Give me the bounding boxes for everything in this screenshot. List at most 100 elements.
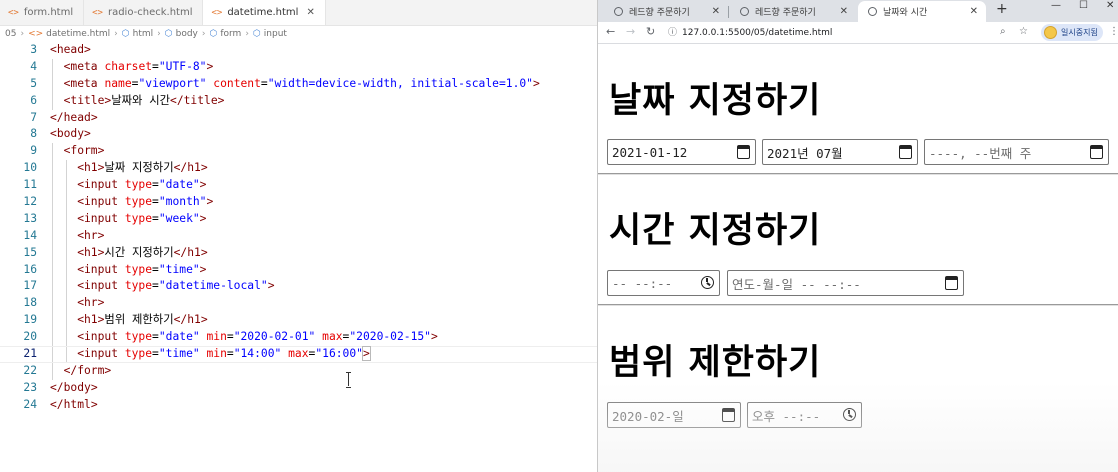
code-token: h1 (84, 313, 98, 327)
code-line[interactable]: 3 <head> (0, 42, 597, 59)
code-line[interactable]: 21 <input type="time" min="14:00" max="16… (0, 346, 597, 363)
code-token: < (77, 347, 84, 361)
breadcrumb-item[interactable]: html (133, 29, 154, 39)
browser-tab-bar: 레드향 주문하기 ✕ 레드향 주문하기 ✕ 날짜와 시간 ✕ + — ☐ ✕ (598, 0, 1118, 22)
code-line[interactable]: 12 <input type="month"> (0, 194, 597, 211)
minimize-icon[interactable]: — (1051, 0, 1061, 11)
clock-icon[interactable] (843, 408, 856, 421)
code-line[interactable]: 8 <body> (0, 126, 597, 143)
address-bar[interactable]: ⓘ 127.0.0.1:5500/05/datetime.html (668, 25, 832, 38)
code-token: max (288, 347, 309, 361)
code-line[interactable]: 18 <hr> (0, 295, 597, 313)
indent-guide (52, 347, 53, 362)
close-icon[interactable]: ✕ (306, 7, 314, 18)
code-area[interactable]: 3 <head> 4 <meta charset="UTF-8"> 5 <meta nam… (0, 42, 597, 414)
code-text: <form> (64, 143, 105, 160)
range-date-input[interactable]: 2020-02-일 (607, 402, 741, 428)
code-token: body (63, 380, 91, 394)
new-tab-button[interactable]: + (996, 1, 1008, 17)
calendar-icon[interactable] (899, 145, 912, 159)
code-line[interactable]: 11 <input type="date"> (0, 177, 597, 195)
indent-guide (52, 329, 53, 347)
editor-tab-datetime[interactable]: <> datetime.html ✕ (203, 0, 326, 25)
calendar-icon[interactable] (1090, 145, 1103, 159)
breadcrumb-item[interactable]: body (176, 29, 198, 39)
range-time-input[interactable]: 오후 --:-- (747, 402, 862, 428)
line-number: 21 (23, 347, 37, 361)
time-input[interactable]: -- --:-- (607, 270, 720, 296)
close-icon[interactable]: ✕ (970, 6, 978, 17)
browser-window: 레드향 주문하기 ✕ 레드향 주문하기 ✕ 날짜와 시간 ✕ + — ☐ ✕ ←… (597, 0, 1118, 472)
code-line[interactable]: 5 <meta name="viewport" content="width=de… (0, 75, 597, 93)
code-token: form (70, 144, 98, 158)
browser-tab-order-1[interactable]: 레드향 주문하기 ✕ (604, 1, 729, 22)
window-close-icon[interactable]: ✕ (1106, 0, 1114, 11)
zoom-icon[interactable]: ⌕ (1000, 26, 1006, 37)
code-text: <input type="month"> (77, 194, 213, 211)
code-line[interactable]: 23 </body> (0, 380, 597, 397)
reload-icon[interactable]: ↻ (646, 25, 655, 38)
back-arrow-icon[interactable]: ← (606, 25, 615, 38)
breadcrumb-item[interactable]: datetime.html (46, 29, 110, 39)
maximize-icon[interactable]: ☐ (1079, 0, 1088, 11)
datetime-local-input[interactable]: 연도-월-일 -- --:-- (727, 270, 964, 296)
month-input[interactable]: 2021년 07월 (762, 139, 918, 165)
editor-tab-form[interactable]: <> form.html (0, 0, 85, 25)
code-token: > (532, 76, 540, 90)
profile-button[interactable]: 일시중지됨 (1041, 24, 1103, 41)
clock-icon[interactable] (701, 276, 714, 289)
close-icon[interactable]: ✕ (840, 6, 848, 17)
calendar-icon[interactable] (722, 408, 735, 422)
code-token: = (226, 330, 234, 344)
code-line[interactable]: 20 <input type="date" min="2020-02-01" ma… (0, 329, 597, 347)
code-token: type (124, 347, 153, 361)
code-token: < (50, 43, 57, 56)
code-line[interactable]: 6 <title>날짜와 시간</title> (0, 92, 597, 110)
week-input[interactable]: ----, --번째 주 (924, 139, 1109, 165)
code-token: type (124, 195, 153, 209)
editor-tab-radio-check[interactable]: <> radio-check.html (84, 0, 204, 25)
avatar (1044, 26, 1057, 39)
code-token: > (90, 397, 98, 411)
code-line[interactable]: 17 <input type="datetime-local"> (0, 278, 597, 296)
heading-date: 날짜 지정하기 (609, 81, 822, 121)
code-token: > (200, 245, 208, 259)
code-line[interactable]: 24 </html> (0, 397, 597, 414)
code-line[interactable]: 16 <input type="time"> (0, 261, 597, 279)
close-icon[interactable]: ✕ (712, 6, 720, 17)
code-line[interactable]: 9 <form> (0, 143, 597, 161)
breadcrumb-item[interactable]: form (220, 29, 241, 39)
code-line[interactable]: 22 </form> (0, 362, 597, 380)
code-token: </ (170, 93, 184, 107)
line-number: 5 (30, 76, 37, 90)
forward-arrow-icon[interactable]: → (626, 25, 635, 38)
code-line[interactable]: 10 <h1>날짜 지정하기</h1> (0, 160, 597, 178)
code-line[interactable]: 4 <meta charset="UTF-8"> (0, 58, 597, 76)
browser-tab-order-2[interactable]: 레드향 주문하기 ✕ (730, 1, 856, 22)
code-token: content (213, 76, 261, 90)
breadcrumb: 05 › <> datetime.html › ⬡ html › ⬡ body … (0, 26, 597, 42)
horizontal-rule (598, 304, 1118, 306)
code-line[interactable]: 7 </head> (0, 110, 597, 127)
profile-label: 일시중지됨 (1061, 28, 1098, 37)
code-line[interactable]: 15 <h1>시간 지정하기</h1> (0, 244, 597, 262)
indent-guide (52, 261, 53, 279)
indent-guide (65, 244, 67, 262)
breadcrumb-item[interactable]: 05 (5, 29, 16, 39)
more-menu-icon[interactable]: ⋮ (1109, 26, 1118, 37)
code-token: min (206, 347, 227, 361)
code-token: > (199, 178, 207, 192)
code-line[interactable]: 13 <input type="week"> (0, 210, 597, 228)
range-date-input-value: 2020-02-일 (612, 408, 684, 424)
code-line[interactable]: 19 <h1>범위 제한하기</h1> (0, 312, 597, 330)
calendar-icon[interactable] (945, 276, 958, 290)
date-input[interactable]: 2021-01-12 (607, 139, 756, 165)
browser-tab-datetime[interactable]: 날짜와 시간 ✕ (858, 1, 986, 22)
breadcrumb-item[interactable]: input (264, 29, 287, 39)
code-line[interactable]: 14 <hr> (0, 227, 597, 245)
code-token: meta (70, 59, 98, 73)
calendar-icon[interactable] (737, 145, 750, 159)
bookmark-star-icon[interactable]: ☆ (1019, 26, 1028, 37)
